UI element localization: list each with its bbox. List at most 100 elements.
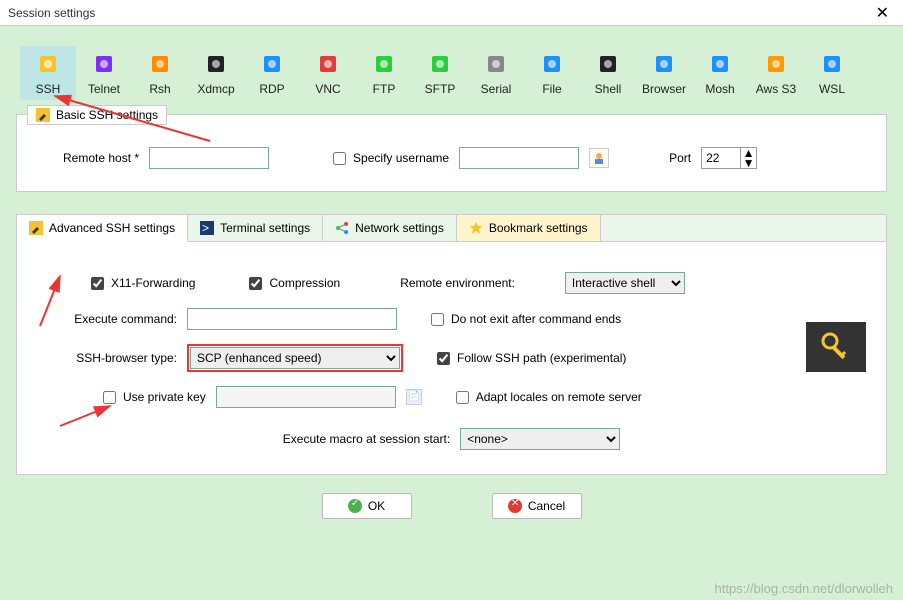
xdmcp-icon (188, 50, 244, 78)
rdp-icon (244, 50, 300, 78)
session-type-label: Rsh (132, 82, 188, 96)
remote-env-select[interactable]: Interactive shell (565, 272, 685, 294)
watermark: https://blog.csdn.net/dlorwolleh (715, 581, 894, 596)
wsl-icon (804, 50, 860, 78)
settings-tabs: Advanced SSH settings > Terminal setting… (16, 214, 887, 475)
close-button[interactable]: ✕ (870, 3, 895, 23)
svg-text:>: > (202, 221, 209, 235)
wrench-icon (36, 108, 50, 122)
specify-username-box[interactable] (333, 152, 346, 165)
execute-macro-select[interactable]: <none> (460, 428, 620, 450)
remote-env-label: Remote environment: (400, 276, 515, 290)
session-type-rsh[interactable]: Rsh (132, 46, 188, 100)
browser-icon (636, 50, 692, 78)
mosh-icon (692, 50, 748, 78)
use-private-key-checkbox[interactable]: Use private key (99, 388, 206, 407)
remote-host-input[interactable] (149, 147, 269, 169)
session-type-awss3[interactable]: Aws S3 (748, 46, 804, 100)
shell-icon (580, 50, 636, 78)
execute-command-label: Execute command: (47, 312, 177, 326)
session-type-file[interactable]: File (524, 46, 580, 100)
tabs-header: Advanced SSH settings > Terminal setting… (17, 215, 886, 242)
session-type-wsl[interactable]: WSL (804, 46, 860, 100)
session-type-label: Telnet (76, 82, 132, 96)
dialog-body: SSHTelnetRshXdmcpRDPVNCFTPSFTPSerialFile… (0, 26, 903, 600)
session-type-mosh[interactable]: Mosh (692, 46, 748, 100)
session-type-label: Mosh (692, 82, 748, 96)
wrench-icon (29, 221, 43, 235)
cancel-icon (508, 499, 522, 513)
ssh-browser-type-select[interactable]: SCP (enhanced speed) (190, 347, 400, 369)
window-title: Session settings (8, 6, 95, 20)
private-key-input (216, 386, 396, 408)
serial-icon (468, 50, 524, 78)
sftp-icon (412, 50, 468, 78)
telnet-icon (76, 50, 132, 78)
tab-advanced-ssh[interactable]: Advanced SSH settings (17, 215, 188, 242)
username-input[interactable] (459, 147, 579, 169)
session-type-xdmcp[interactable]: Xdmcp (188, 46, 244, 100)
adapt-locales-checkbox[interactable]: Adapt locales on remote server (452, 388, 642, 407)
basic-ssh-legend-text: Basic SSH settings (56, 108, 158, 122)
terminal-icon: > (200, 221, 214, 235)
session-type-vnc[interactable]: VNC (300, 46, 356, 100)
tab-network[interactable]: Network settings (323, 215, 457, 241)
session-type-browser[interactable]: Browser (636, 46, 692, 100)
key-icon (818, 329, 854, 365)
awss3-icon (748, 50, 804, 78)
compression-checkbox[interactable]: Compression (245, 274, 340, 293)
cancel-button[interactable]: Cancel (492, 493, 582, 519)
x11-forwarding-checkbox[interactable]: X11-Forwarding (87, 274, 195, 293)
session-type-label: SSH (20, 82, 76, 96)
follow-ssh-path-checkbox[interactable]: Follow SSH path (experimental) (433, 349, 626, 368)
advanced-tab-body: X11-Forwarding Compression Remote enviro… (17, 242, 886, 474)
session-type-label: File (524, 82, 580, 96)
session-type-label: Aws S3 (748, 82, 804, 96)
session-type-shell[interactable]: Shell (580, 46, 636, 100)
port-spinner[interactable]: ▲▼ (741, 147, 757, 169)
rsh-icon (132, 50, 188, 78)
session-type-label: Shell (580, 82, 636, 96)
session-type-label: Xdmcp (188, 82, 244, 96)
execute-macro-label: Execute macro at session start: (283, 432, 450, 446)
port-label: Port (669, 151, 691, 165)
session-type-label: VNC (300, 82, 356, 96)
session-type-label: FTP (356, 82, 412, 96)
session-type-serial[interactable]: Serial (468, 46, 524, 100)
port-input[interactable] (701, 147, 741, 169)
network-icon (335, 221, 349, 235)
ok-icon (348, 499, 362, 513)
session-type-sftp[interactable]: SFTP (412, 46, 468, 100)
port-input-wrap: ▲▼ (701, 147, 757, 169)
session-type-row: SSHTelnetRshXdmcpRDPVNCFTPSFTPSerialFile… (16, 40, 887, 110)
ssh-key-tile[interactable] (806, 322, 866, 372)
session-type-rdp[interactable]: RDP (244, 46, 300, 100)
session-type-label: SFTP (412, 82, 468, 96)
session-type-telnet[interactable]: Telnet (76, 46, 132, 100)
ftp-icon (356, 50, 412, 78)
file-icon (524, 50, 580, 78)
specify-username-checkbox[interactable]: Specify username (329, 149, 449, 168)
session-type-label: Serial (468, 82, 524, 96)
user-picker-icon[interactable] (589, 148, 609, 168)
session-type-label: WSL (804, 82, 860, 96)
ssh-browser-type-label: SSH-browser type: (47, 351, 177, 365)
basic-ssh-legend: Basic SSH settings (27, 105, 167, 125)
titlebar: Session settings ✕ (0, 0, 903, 26)
basic-ssh-group: Basic SSH settings Remote host * Specify… (16, 114, 887, 192)
ssh-icon (20, 50, 76, 78)
remote-host-label: Remote host * (63, 151, 139, 165)
session-type-ssh[interactable]: SSH (20, 46, 76, 100)
vnc-icon (300, 50, 356, 78)
no-exit-checkbox[interactable]: Do not exit after command ends (427, 310, 621, 329)
execute-command-input[interactable] (187, 308, 397, 330)
highlight-box: SCP (enhanced speed) (187, 344, 403, 372)
file-browse-icon[interactable]: 📄 (406, 389, 422, 405)
ok-button[interactable]: OK (322, 493, 412, 519)
session-type-label: Browser (636, 82, 692, 96)
star-icon (469, 221, 483, 235)
session-type-ftp[interactable]: FTP (356, 46, 412, 100)
tab-terminal[interactable]: > Terminal settings (188, 215, 323, 241)
session-type-label: RDP (244, 82, 300, 96)
tab-bookmark[interactable]: Bookmark settings (457, 215, 601, 241)
